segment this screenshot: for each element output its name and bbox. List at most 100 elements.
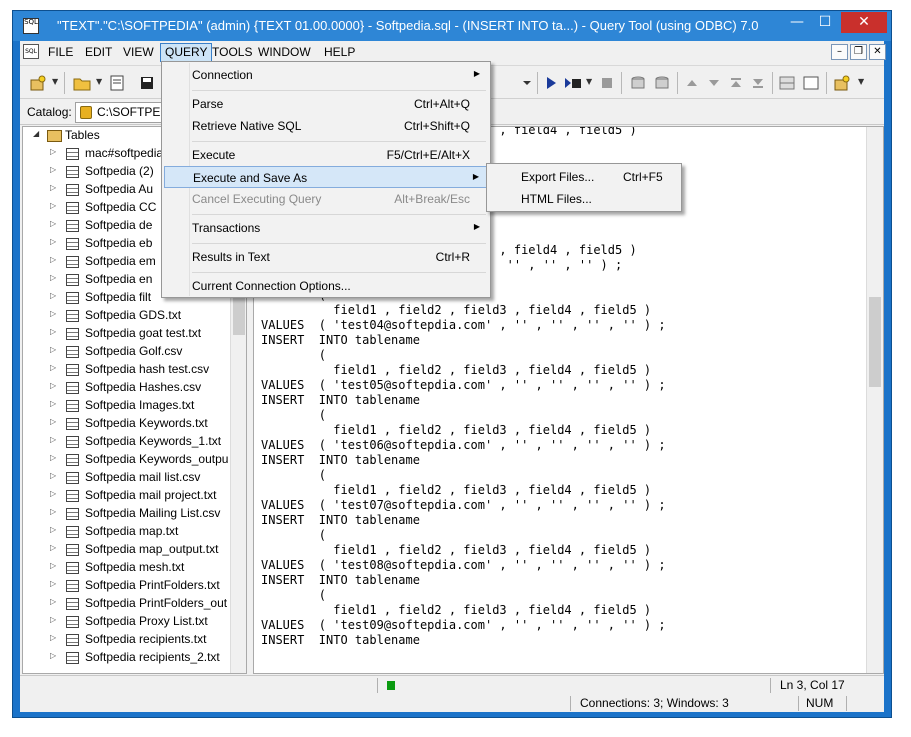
code-line[interactable]: VALUES ( 'test08@softepdia.com' , '' , '…: [261, 558, 666, 573]
execute-icon[interactable]: [543, 74, 559, 92]
submenu-item-export-files[interactable]: Export Files... Ctrl+F5: [489, 166, 679, 188]
minimize-button[interactable]: —: [783, 12, 811, 33]
panel-icon[interactable]: [802, 74, 820, 92]
mdi-restore-button[interactable]: ❐: [850, 44, 867, 60]
expand-arrow-icon[interactable]: ▷: [50, 219, 56, 228]
menu-item-execute[interactable]: Execute F5/Ctrl+E/Alt+X: [164, 144, 488, 166]
expand-arrow-icon[interactable]: ▷: [50, 633, 56, 642]
close-button[interactable]: ✕: [841, 12, 887, 33]
expand-arrow-icon[interactable]: ▷: [50, 651, 56, 660]
collapse-arrow-icon[interactable]: ◢: [33, 129, 39, 138]
expand-arrow-icon[interactable]: ▷: [50, 561, 56, 570]
new-connection-icon[interactable]: [28, 74, 48, 92]
menu-item-parse[interactable]: Parse Ctrl+Alt+Q: [164, 93, 488, 115]
move-bottom-icon[interactable]: [750, 74, 766, 92]
expand-arrow-icon[interactable]: ▷: [50, 309, 56, 318]
expand-arrow-icon[interactable]: ▷: [50, 543, 56, 552]
expand-arrow-icon[interactable]: ▷: [50, 489, 56, 498]
code-line[interactable]: INSERT INTO tablename: [261, 453, 666, 468]
code-line[interactable]: (: [261, 468, 666, 483]
dropdown-icon[interactable]: ▼: [96, 77, 102, 86]
expand-arrow-icon[interactable]: ▷: [50, 453, 56, 462]
code-line[interactable]: field1 , field2 , field3 , field4 , fiel…: [261, 303, 666, 318]
dropdown-icon[interactable]: ▼: [858, 77, 864, 86]
move-down-icon[interactable]: [706, 74, 722, 92]
expand-arrow-icon[interactable]: ▷: [50, 579, 56, 588]
expand-arrow-icon[interactable]: ▷: [50, 255, 56, 264]
code-line[interactable]: field1 , field2 , field3 , field4 , fiel…: [261, 423, 666, 438]
move-top-icon[interactable]: [728, 74, 744, 92]
code-line[interactable]: VALUES ( 'test07@softepdia.com' , '' , '…: [261, 498, 666, 513]
menu-item-execute-and-save-as[interactable]: Execute and Save As ▶: [164, 166, 488, 188]
save-script-icon[interactable]: [108, 74, 128, 92]
database-icon[interactable]: [832, 74, 852, 92]
expand-arrow-icon[interactable]: ▷: [50, 615, 56, 624]
expand-arrow-icon[interactable]: ▷: [50, 345, 56, 354]
expand-arrow-icon[interactable]: ▷: [50, 327, 56, 336]
code-line[interactable]: field1 , field2 , field3 , field4 , fiel…: [261, 543, 666, 558]
expand-arrow-icon[interactable]: ▷: [50, 471, 56, 480]
document-icon[interactable]: SQL: [23, 44, 39, 59]
menu-help[interactable]: HELP: [320, 43, 359, 62]
menu-item-retrieve-native-sql[interactable]: Retrieve Native SQL Ctrl+Shift+Q: [164, 115, 488, 137]
execute-save-icon[interactable]: [563, 74, 583, 92]
expand-arrow-icon[interactable]: ▷: [50, 399, 56, 408]
menu-tools[interactable]: TOOLS: [208, 43, 256, 62]
expand-arrow-icon[interactable]: ▷: [50, 201, 56, 210]
menu-window[interactable]: WINDOW: [254, 43, 315, 62]
open-folder-icon[interactable]: [72, 74, 92, 92]
expand-arrow-icon[interactable]: ▷: [50, 525, 56, 534]
expand-arrow-icon[interactable]: ▷: [50, 381, 56, 390]
expand-arrow-icon[interactable]: ▷: [50, 183, 56, 192]
expand-arrow-icon[interactable]: ▷: [50, 273, 56, 282]
code-line[interactable]: (: [261, 348, 666, 363]
code-line[interactable]: INSERT INTO tablename: [261, 573, 666, 588]
mdi-close-button[interactable]: ✕: [869, 44, 886, 60]
stop-icon[interactable]: [600, 74, 614, 92]
move-up-icon[interactable]: [684, 74, 700, 92]
save-icon[interactable]: [140, 74, 154, 92]
expand-arrow-icon[interactable]: ▷: [50, 147, 56, 156]
code-line[interactable]: (: [261, 408, 666, 423]
expand-arrow-icon[interactable]: ▷: [50, 291, 56, 300]
menu-edit[interactable]: EDIT: [81, 43, 116, 62]
menu-file[interactable]: FILE: [44, 43, 77, 62]
code-line[interactable]: (: [261, 588, 666, 603]
expand-arrow-icon[interactable]: ▷: [50, 597, 56, 606]
code-line[interactable]: field1 , field2 , field3 , field4 , fiel…: [261, 483, 666, 498]
code-line[interactable]: INSERT INTO tablename: [261, 393, 666, 408]
menu-view[interactable]: VIEW: [119, 43, 158, 62]
code-line[interactable]: VALUES ( 'test09@softepdia.com' , '' , '…: [261, 618, 666, 633]
menu-item-current-connection-options[interactable]: Current Connection Options...: [164, 275, 488, 297]
expand-arrow-icon[interactable]: ▷: [50, 165, 56, 174]
menu-item-connection[interactable]: Connection ▶: [164, 64, 488, 86]
dropdown-icon[interactable]: ▼: [586, 77, 592, 86]
maximize-button[interactable]: ☐: [811, 12, 839, 33]
code-line[interactable]: VALUES ( 'test05@softepdia.com' , '' , '…: [261, 378, 666, 393]
editor-scrollbar[interactable]: [866, 127, 883, 673]
code-line[interactable]: (: [261, 528, 666, 543]
expand-arrow-icon[interactable]: ▷: [50, 507, 56, 516]
menu-item-transactions[interactable]: Transactions ▶: [164, 217, 488, 239]
expand-arrow-icon[interactable]: ▷: [50, 435, 56, 444]
expand-arrow-icon[interactable]: ▷: [50, 417, 56, 426]
dropdown-icon[interactable]: [520, 74, 534, 92]
code-line[interactable]: VALUES ( 'test06@softepdia.com' , '' , '…: [261, 438, 666, 453]
mdi-minimize-button[interactable]: –: [831, 44, 848, 60]
submenu-item-html-files[interactable]: HTML Files...: [489, 188, 679, 210]
code-line[interactable]: field1 , field2 , field3 , field4 , fiel…: [261, 603, 666, 618]
code-line[interactable]: field1 , field2 , field3 , field4 , fiel…: [261, 363, 666, 378]
grid-icon[interactable]: [778, 74, 796, 92]
dropdown-icon[interactable]: ▼: [52, 77, 58, 86]
menu-item-results-in-text[interactable]: Results in Text Ctrl+R: [164, 246, 488, 268]
code-line[interactable]: VALUES ( 'test04@softepdia.com' , '' , '…: [261, 318, 666, 333]
expand-arrow-icon[interactable]: ▷: [50, 363, 56, 372]
code-line[interactable]: INSERT INTO tablename: [261, 513, 666, 528]
code-line[interactable]: INSERT INTO tablename: [261, 333, 666, 348]
title-bar[interactable]: SQL "TEXT"."C:\SOFTPEDIA" (admin) {TEXT …: [13, 11, 891, 41]
menu-query[interactable]: QUERY: [160, 43, 213, 62]
expand-arrow-icon[interactable]: ▷: [50, 237, 56, 246]
code-line[interactable]: INSERT INTO tablename: [261, 633, 666, 648]
editor-scroll-thumb[interactable]: [869, 297, 881, 387]
rollback-icon[interactable]: [652, 74, 672, 92]
